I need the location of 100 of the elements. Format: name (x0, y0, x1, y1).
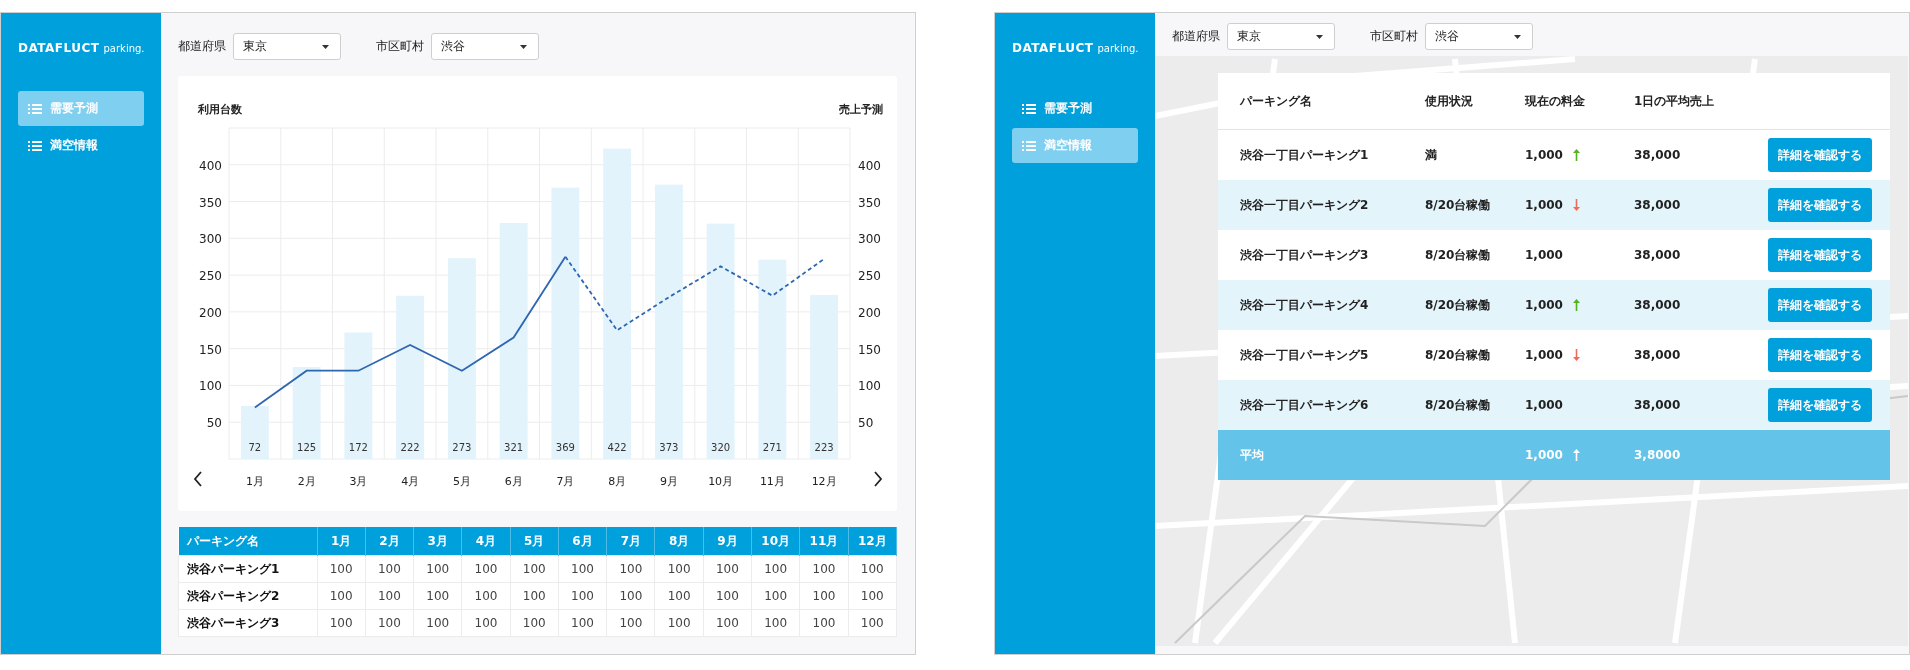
bar-value-label: 369 (555, 442, 575, 453)
y-axis-title: 利用台数 (198, 103, 242, 116)
filter-label: 市区町村 (1370, 28, 1418, 45)
details-button[interactable]: 詳細を確認する (1768, 238, 1872, 272)
table-cell: 100 (365, 555, 414, 583)
y-tick-label: 200 (858, 305, 881, 320)
column-header: 7月 (606, 527, 655, 556)
y-tick-label: 300 (858, 232, 881, 247)
y-tick-label: 200 (199, 305, 222, 320)
average-sales: 38,000 (1634, 198, 1682, 212)
current-price: 1,000 (1525, 148, 1563, 162)
bar-value-label: 172 (348, 442, 368, 453)
details-button[interactable]: 詳細を確認する (1768, 288, 1872, 322)
table-cell: 100 (606, 609, 655, 637)
caret-icon (1514, 34, 1521, 39)
current-price: 1,000 (1525, 198, 1563, 212)
x-tick-label: 1月 (245, 475, 264, 488)
table-cell: 100 (654, 555, 704, 583)
table-cell: 100 (461, 555, 511, 583)
y-tick-label: 50 (858, 416, 874, 431)
parking-name: 渋谷一丁目パーキング4 (1240, 296, 1370, 314)
list-icon (1022, 103, 1036, 114)
parking-name: 渋谷一丁目パーキング6 (1240, 396, 1370, 414)
table-cell: 100 (413, 555, 462, 583)
y-axis-title: 売上予測 (839, 103, 883, 116)
average-sales: 38,000 (1634, 398, 1682, 412)
table-cell: 100 (365, 582, 414, 610)
table-cell: 100 (799, 555, 849, 583)
table-cell: 100 (510, 582, 559, 610)
bar (240, 406, 269, 459)
y-tick-label: 400 (199, 158, 222, 173)
usage-status: 8/20台稼働 (1425, 196, 1492, 214)
table-cell: 100 (848, 582, 897, 610)
nav-item[interactable]: 満空情報 (1012, 128, 1138, 163)
table-cell: 100 (317, 609, 366, 637)
parking-name: 渋谷一丁目パーキング5 (1240, 346, 1370, 364)
list-icon (1022, 140, 1036, 151)
column-header: 1月 (317, 527, 366, 556)
bar-value-label: 271 (762, 442, 782, 453)
table-cell: 渋谷パーキング3 (178, 609, 317, 637)
list-icon (28, 103, 42, 114)
nav-item[interactable]: 需要予測 (18, 91, 144, 126)
table-cell: 100 (606, 555, 655, 583)
table-cell: 100 (751, 582, 800, 610)
column-header: 6月 (558, 527, 607, 556)
filter-label: 市区町村 (376, 38, 424, 55)
table-cell: 100 (848, 609, 897, 637)
average-sales: 3,8000 (1634, 448, 1682, 462)
table-cell: 100 (365, 609, 414, 637)
y-tick-label: 100 (199, 379, 222, 394)
logo-wordmark: DATAFLUCT (1012, 41, 1094, 55)
chevron-left-icon[interactable] (193, 471, 202, 487)
x-tick-label: 11月 (759, 475, 785, 488)
x-tick-label: 9月 (659, 475, 678, 488)
table-cell: 渋谷パーキング1 (178, 555, 317, 583)
y-tick-label: 250 (199, 269, 222, 284)
y-tick-label: 300 (199, 232, 222, 247)
bar-value-label: 72 (248, 442, 262, 453)
select-field[interactable]: 東京 (233, 33, 341, 60)
caret-icon (520, 44, 527, 49)
usage-status: 8/20台稼働 (1425, 396, 1492, 414)
table-cell: 100 (461, 582, 511, 610)
usage-status: 8/20台稼働 (1425, 296, 1492, 314)
table-cell: 100 (510, 555, 559, 583)
nav-item[interactable]: 満空情報 (18, 128, 144, 163)
column-header: 2月 (365, 527, 414, 556)
bar-value-label: 320 (711, 442, 731, 453)
bar-value-label: 273 (452, 442, 472, 453)
average-sales: 38,000 (1634, 148, 1682, 162)
table-cell: 100 (703, 555, 752, 583)
x-tick-label: 5月 (452, 475, 471, 488)
column-header: 使用状況 (1425, 92, 1474, 110)
details-button[interactable]: 詳細を確認する (1768, 138, 1872, 172)
details-button[interactable]: 詳細を確認する (1768, 338, 1872, 372)
details-button[interactable]: 詳細を確認する (1768, 188, 1872, 222)
current-price: 1,000 (1525, 298, 1563, 312)
column-header: 1日の平均売上 (1634, 92, 1716, 110)
details-button[interactable]: 詳細を確認する (1768, 388, 1872, 422)
column-header: 5月 (510, 527, 559, 556)
caret-icon (322, 44, 329, 49)
current-price: 1,000 (1525, 248, 1563, 262)
column-header: 9月 (703, 527, 752, 556)
table-cell: 100 (606, 582, 655, 610)
caret-icon (1316, 34, 1323, 39)
column-header: 10月 (751, 527, 800, 556)
nav-item[interactable]: 需要予測 (1012, 91, 1138, 126)
chevron-right-icon[interactable] (874, 471, 883, 487)
x-tick-label: 3月 (349, 475, 368, 488)
filter-label: 都道府県 (178, 38, 226, 55)
bar-value-label: 222 (400, 442, 420, 453)
usage-status: 満 (1425, 146, 1438, 164)
table-cell: 100 (799, 582, 849, 610)
average-sales: 38,000 (1634, 248, 1682, 262)
column-header: 8月 (654, 527, 704, 556)
select-field[interactable]: 渋谷 (1425, 23, 1533, 50)
table-cell: 渋谷パーキング2 (178, 582, 317, 610)
table-cell: 100 (558, 582, 607, 610)
table-cell: 100 (461, 609, 511, 637)
select-field[interactable]: 東京 (1227, 23, 1335, 50)
select-field[interactable]: 渋谷 (431, 33, 539, 60)
